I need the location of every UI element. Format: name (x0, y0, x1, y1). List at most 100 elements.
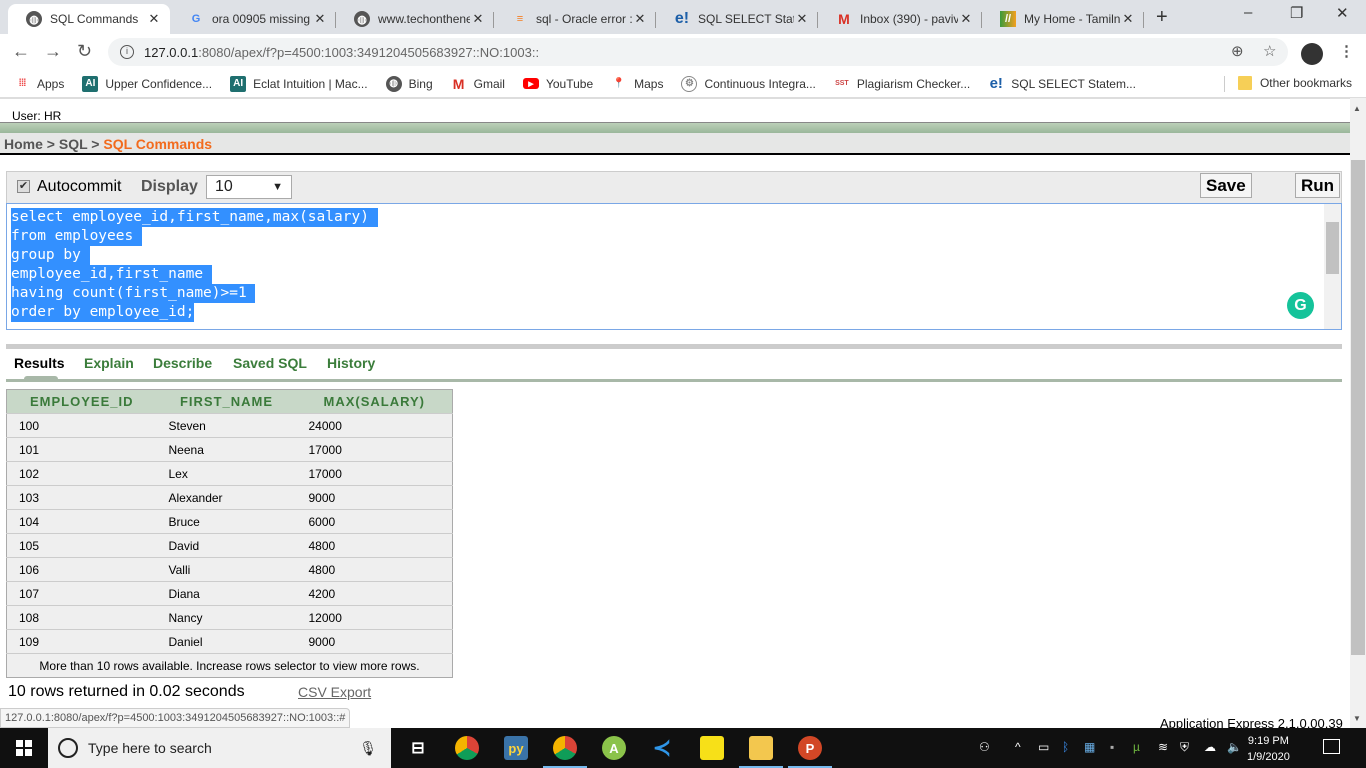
address-bar[interactable]: i 127.0.0.1:8080/apex/f?p=4500:1003:3491… (108, 38, 1288, 66)
app-tray-icon[interactable]: ▦ (1084, 740, 1095, 754)
reload-icon[interactable]: ↻ (77, 41, 92, 62)
bookmark-youtube[interactable]: ▶ YouTube (522, 77, 593, 91)
bookmark-bing[interactable]: ◍ Bing (385, 75, 433, 92)
browser-tab-strip: ◍ SQL Commands ✕ G ora 00905 missing ✕ ◍… (0, 0, 1366, 34)
menu-icon[interactable]: ⋮ (1339, 42, 1354, 60)
bookmark-continuous-integration[interactable]: ⚙ Continuous Integra... (681, 75, 816, 92)
onedrive-icon[interactable]: ☁ (1204, 740, 1216, 754)
bookmark-gmail[interactable]: M Gmail (451, 76, 505, 92)
command-toolbar: ✔ Autocommit Display 10 ▼ Save Run (6, 171, 1342, 203)
restore-button[interactable]: ❐ (1290, 4, 1303, 22)
close-window-button[interactable]: ✕ (1336, 4, 1349, 22)
tab-stackoverflow[interactable]: ≡ sql - Oracle error : ✕ (494, 4, 656, 34)
page-scrollbar[interactable]: ▲ ▼ (1350, 98, 1366, 728)
tab-ora-00905[interactable]: G ora 00905 missing ✕ (170, 4, 336, 34)
run-button[interactable]: Run (1295, 173, 1341, 198)
tab-gmail-inbox[interactable]: M Inbox (390) - paviv ✕ (818, 4, 982, 34)
user-label: User: HR (0, 98, 1350, 124)
cell-max-salary: 9000 (296, 485, 453, 510)
powerpoint-icon[interactable]: P (788, 736, 832, 768)
url-text: 127.0.0.1:8080/apex/f?p=4500:1003:349120… (144, 44, 540, 60)
profile-avatar[interactable] (1301, 43, 1323, 65)
grammarly-icon[interactable]: G (1287, 292, 1314, 319)
editor-scrollbar[interactable] (1324, 204, 1341, 329)
bookmark-plagiarism-checker[interactable]: SST Plagiarism Checker... (834, 76, 970, 92)
maps-icon: 📍 (612, 78, 626, 89)
breadcrumb-current: SQL Commands (103, 136, 213, 152)
globe-icon: ◍ (385, 75, 402, 92)
tab-results[interactable]: Results (14, 355, 65, 371)
android-studio-icon[interactable]: A (602, 736, 626, 760)
tab-describe[interactable]: Describe (153, 355, 212, 371)
show-hidden-icons[interactable]: ^ (1015, 740, 1021, 754)
tab-my-home[interactable]: // My Home - Tamiln ✕ (982, 4, 1144, 34)
table-note-row: More than 10 rows available. Increase ro… (6, 653, 453, 678)
tab-sql-select[interactable]: e! SQL SELECT Staten ✕ (656, 4, 818, 34)
bluetooth-icon[interactable]: ᛒ (1062, 740, 1069, 754)
sql-line: from employees (11, 227, 142, 246)
breadcrumb: Home > SQL > SQL Commands (0, 133, 1350, 155)
more-rows-note: More than 10 rows available. Increase ro… (6, 653, 453, 678)
microphone-icon[interactable]: 🎙 (359, 740, 377, 757)
task-view-icon[interactable]: ⊟ (406, 736, 430, 760)
bookmark-apps[interactable]: ⁞⁞⁞ Apps (14, 76, 65, 92)
tab-history[interactable]: History (327, 355, 375, 371)
other-bookmarks[interactable]: Other bookmarks (1237, 76, 1352, 90)
bookmark-sql-select[interactable]: e! SQL SELECT Statem... (988, 75, 1136, 92)
minimize-button[interactable]: – (1244, 4, 1252, 21)
scroll-down-icon[interactable]: ▼ (1353, 714, 1361, 723)
taskbar-clock[interactable]: 9:19 PM 1/9/2020 (1247, 733, 1290, 765)
vscode-icon[interactable]: ≺ (650, 735, 674, 760)
bookmark-upper-confidence[interactable]: AI Upper Confidence... (82, 75, 212, 92)
cell-first-name: Daniel (156, 629, 297, 654)
cell-first-name: David (156, 533, 297, 558)
google-icon: G (191, 13, 201, 25)
autocommit-checkbox[interactable]: ✔ (17, 180, 30, 193)
back-icon[interactable]: ← (12, 41, 30, 62)
device-icon[interactable]: ▪ (1110, 740, 1114, 754)
display-rows-select[interactable]: 10 ▼ (206, 175, 292, 199)
close-tab-icon[interactable]: ✕ (958, 11, 974, 27)
csv-export-link[interactable]: CSV Export (298, 684, 371, 700)
ai-icon: AI (230, 75, 247, 92)
close-tab-icon[interactable]: ✕ (146, 11, 162, 27)
utorrent-icon[interactable]: µ (1133, 740, 1140, 754)
bookmark-maps[interactable]: 📍 Maps (611, 76, 664, 92)
sql-editor[interactable]: select employee_id,first_name,max(salary… (6, 203, 1342, 330)
save-button[interactable]: Save (1200, 173, 1252, 198)
close-tab-icon[interactable]: ✕ (312, 11, 328, 27)
forward-icon[interactable]: → (44, 41, 62, 62)
close-tab-icon[interactable]: ✕ (470, 11, 486, 27)
chrome-icon[interactable] (455, 736, 479, 760)
windows-start-icon[interactable] (16, 740, 32, 756)
security-shield-icon[interactable]: ⛨ (1180, 740, 1189, 755)
wifi-icon[interactable]: ≋ (1158, 740, 1168, 754)
sticky-notes-icon[interactable] (700, 736, 724, 760)
file-explorer-icon[interactable] (739, 736, 783, 768)
breadcrumb-home[interactable]: Home (4, 136, 43, 152)
breadcrumb-sql[interactable]: SQL (59, 136, 88, 152)
people-icon[interactable]: ⚇ (979, 740, 990, 754)
new-tab-button[interactable]: + (1156, 6, 1168, 29)
notification-icon[interactable] (1323, 739, 1340, 754)
bookmark-eclat-intuition[interactable]: AI Eclat Intuition | Mac... (230, 75, 368, 92)
chrome-active-icon[interactable] (543, 736, 587, 768)
tab-explain[interactable]: Explain (84, 355, 134, 371)
bookmark-star-icon[interactable]: ☆ (1263, 42, 1276, 60)
tab-sql-commands[interactable]: ◍ SQL Commands ✕ (8, 4, 170, 34)
apex-version: Application Express 2.1.0.00.39 (1160, 716, 1343, 728)
tab-techonthenet[interactable]: ◍ www.techonthenet ✕ (336, 4, 494, 34)
volume-icon[interactable]: 🔈 (1227, 740, 1242, 754)
sql-line: select employee_id,first_name,max(salary… (11, 208, 378, 227)
taskbar-search[interactable]: Type here to search 🎙 (48, 728, 391, 768)
close-tab-icon[interactable]: ✕ (1120, 11, 1136, 27)
close-tab-icon[interactable]: ✕ (794, 11, 810, 27)
python-file-icon[interactable]: py (504, 736, 528, 760)
close-tab-icon[interactable]: ✕ (632, 11, 648, 27)
scroll-up-icon[interactable]: ▲ (1353, 104, 1361, 113)
info-icon[interactable]: i (120, 45, 134, 59)
table-row: 100 Steven 24000 (6, 413, 453, 438)
zoom-icon[interactable]: ⊕ (1231, 42, 1244, 60)
tab-saved-sql[interactable]: Saved SQL (233, 355, 307, 371)
table-row: 108 Nancy 12000 (6, 605, 453, 630)
